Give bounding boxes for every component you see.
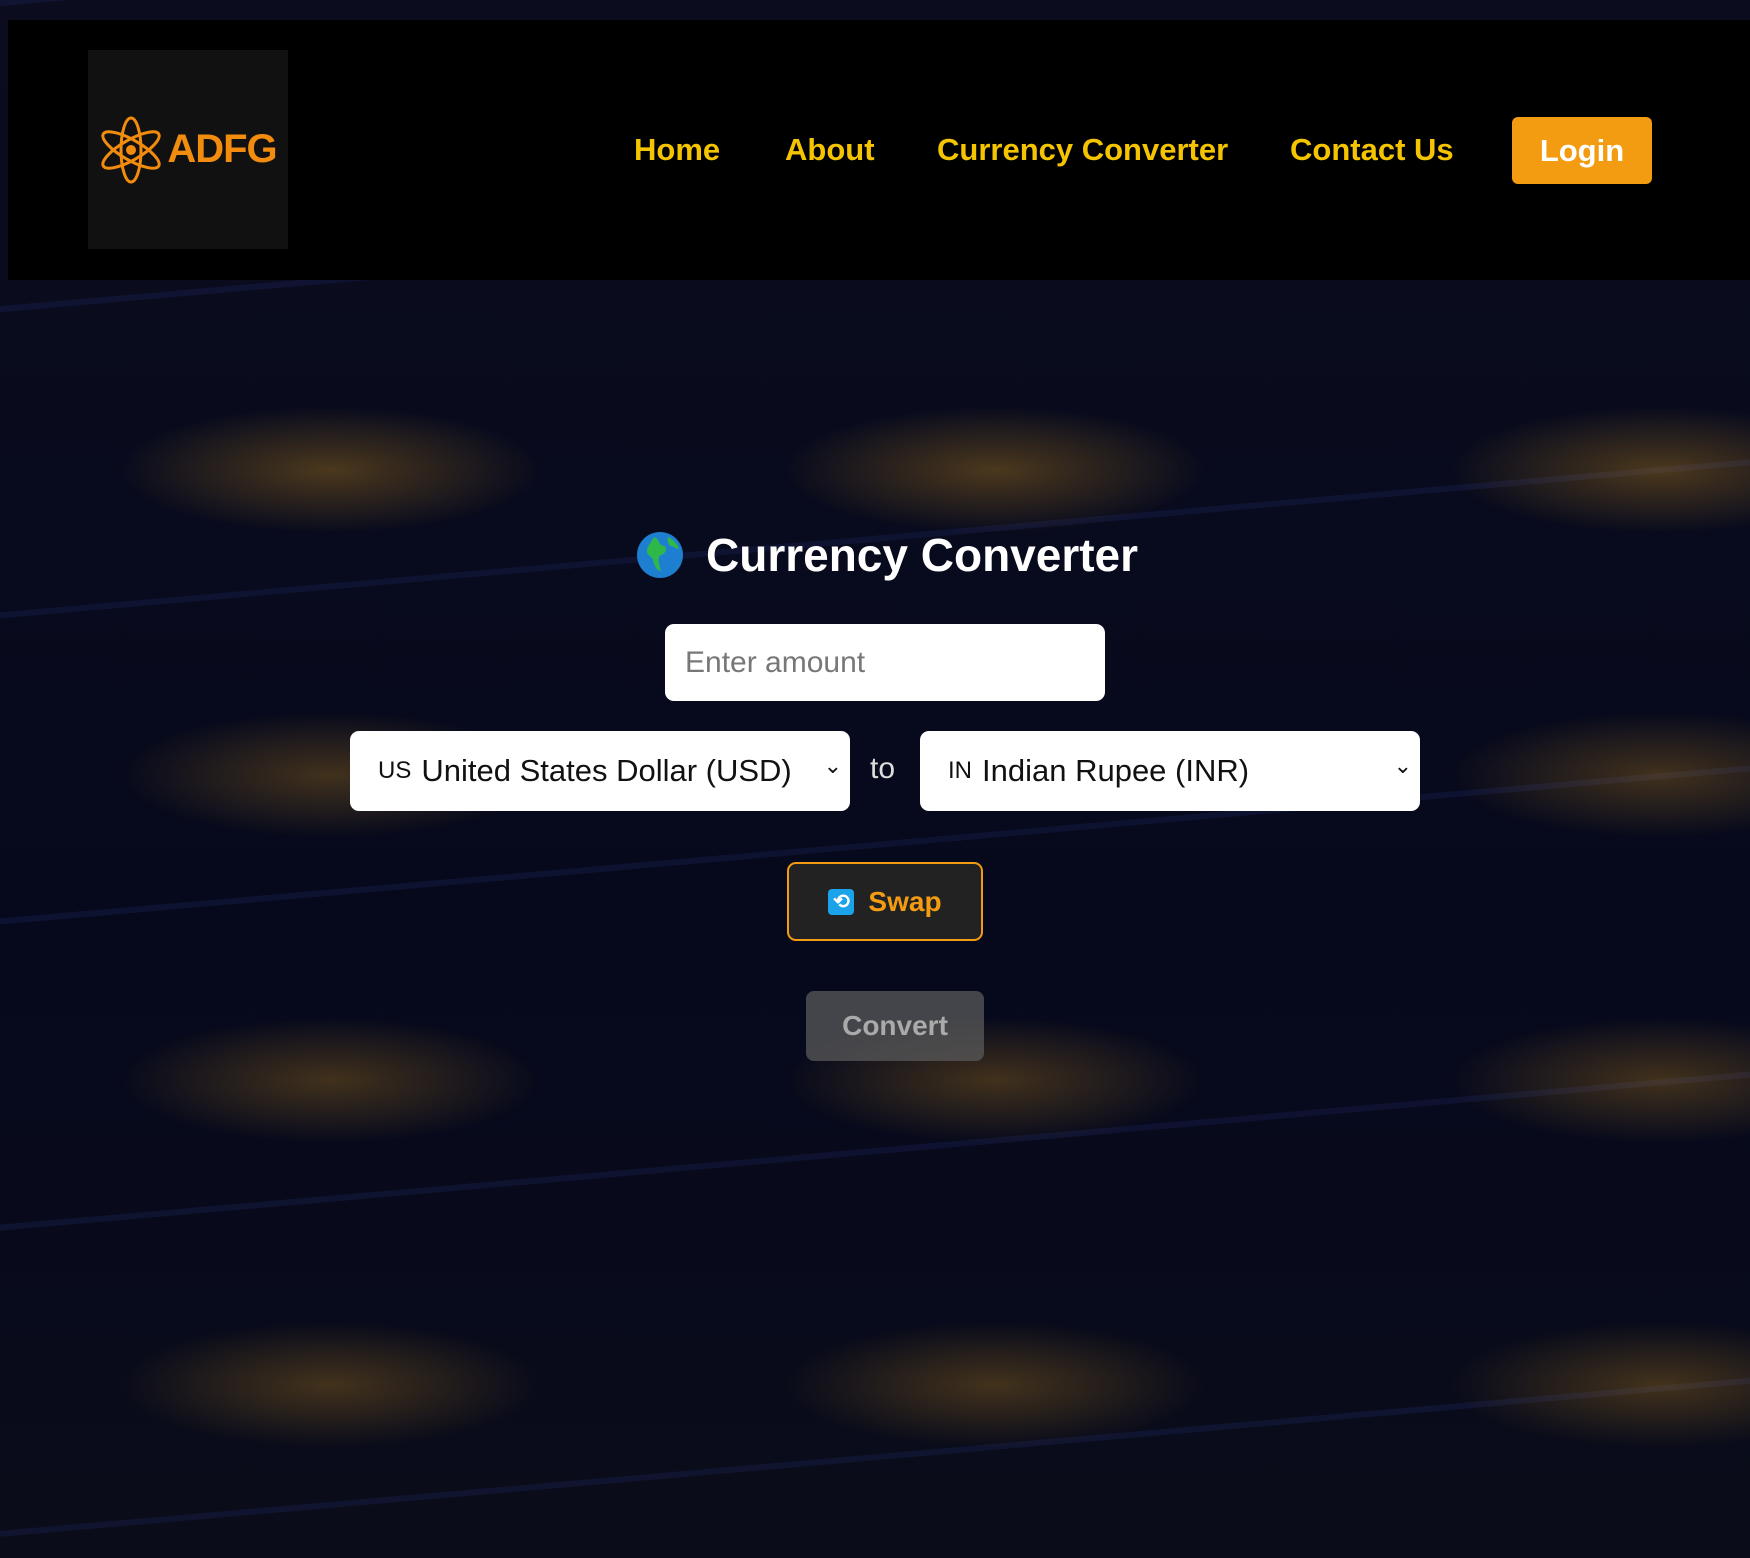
from-currency-label: United States Dollar (USD) (421, 753, 792, 788)
nav-contact-us[interactable]: Contact Us (1290, 132, 1454, 168)
to-currency-select[interactable]: IN Indian Rupee (INR) ⌄ (920, 731, 1420, 811)
from-country-code: US (378, 757, 412, 784)
nav-currency-converter[interactable]: Currency Converter (937, 132, 1228, 168)
globe-icon (637, 532, 683, 578)
nav-home[interactable]: Home (634, 132, 720, 168)
logo[interactable]: ADFG (88, 50, 288, 249)
chevron-down-icon: ⌄ (1393, 753, 1412, 778)
site-header: ADFG Home About Currency Converter Conta… (8, 20, 1750, 280)
from-currency-select[interactable]: US United States Dollar (USD) ⌄ (350, 731, 850, 811)
convert-button[interactable]: Convert (806, 991, 984, 1061)
page-title: Currency Converter (706, 529, 1139, 581)
login-button[interactable]: Login (1512, 117, 1652, 184)
swap-label: Swap (868, 885, 942, 917)
to-country-code: IN (948, 757, 972, 784)
logo-text: ADFG (167, 127, 277, 171)
swap-arrows-icon: ⟲ (828, 888, 855, 915)
swap-button[interactable]: ⟲ Swap (787, 862, 983, 941)
converter-title: Currency Converter (636, 528, 1138, 582)
atom-icon (101, 116, 161, 183)
chevron-down-icon: ⌄ (823, 753, 842, 778)
nav-about[interactable]: About (785, 132, 875, 168)
amount-input[interactable] (665, 624, 1105, 701)
to-label: to (870, 752, 896, 785)
to-currency-label: Indian Rupee (INR) (982, 753, 1250, 788)
